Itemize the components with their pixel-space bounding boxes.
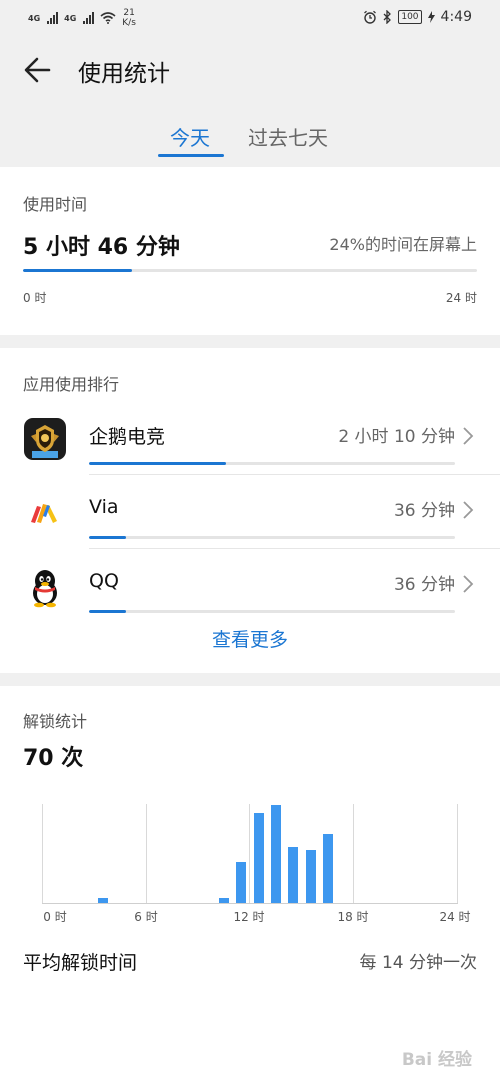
bluetooth-icon [383, 10, 392, 24]
x-tick-label: 24 时 [439, 910, 471, 924]
penguin-esports-icon [24, 418, 66, 460]
unlock-bar [288, 846, 299, 903]
x-tick-label: 0 时 [43, 910, 67, 924]
grid-line [249, 804, 250, 904]
tab-bar: 今天 过去七天 [0, 112, 500, 162]
app-row-qq[interactable]: QQ 36 分钟 [0, 560, 500, 634]
usage-total: 5 小时 46 分钟 [23, 235, 180, 260]
app-name: 企鹅电竞 [89, 426, 166, 448]
usage-progress-track [23, 269, 477, 272]
grid-line [457, 804, 458, 904]
usage-time-card: 使用时间 5 小时 46 分钟 24%的时间在屏幕上 0 时 24 时 [0, 167, 500, 335]
app-usage-fill [89, 536, 126, 539]
signal-icon [47, 12, 59, 24]
network-speed: 21 K/s [122, 8, 136, 28]
page-title: 使用统计 [78, 61, 170, 87]
avg-unlock-label: 平均解锁时间 [23, 952, 138, 974]
avg-unlock-value: 每 14 分钟一次 [359, 953, 477, 973]
app-usage-fill [89, 610, 126, 613]
wifi-icon [100, 12, 116, 24]
row-divider [89, 548, 500, 549]
network-speed-value: 21 [123, 8, 135, 18]
network-type-2: 4G [64, 13, 77, 23]
ranking-label: 应用使用排行 [23, 375, 120, 394]
unlock-count: 70 次 [23, 746, 84, 771]
x-tick-label: 12 时 [233, 910, 265, 924]
chevron-right-icon [463, 501, 474, 519]
unlock-bar [236, 862, 247, 903]
status-left: 4G 4G 21 K/s [28, 8, 136, 28]
back-arrow-icon[interactable] [20, 52, 56, 88]
app-bar: 使用统计 [0, 40, 500, 100]
row-divider [89, 474, 500, 475]
status-right: 100 4:49 [363, 9, 472, 25]
usage-time-label: 使用时间 [23, 195, 88, 214]
axis-end-label: 24 时 [445, 291, 477, 305]
app-usage-track [89, 462, 455, 465]
chevron-right-icon [463, 427, 474, 445]
app-name: Via [89, 496, 119, 518]
app-time: 36 分钟 [393, 501, 455, 521]
unlock-bar [253, 813, 264, 903]
tab-today[interactable]: 今天 [170, 122, 210, 151]
grid-line [146, 804, 147, 904]
grid-line [42, 804, 43, 904]
clock-time: 4:49 [440, 9, 472, 25]
unlock-bar [305, 849, 316, 903]
usage-progress-fill [23, 269, 132, 272]
x-tick-label: 18 时 [337, 910, 369, 924]
watermark: Bai 经验 [401, 1050, 472, 1070]
tab-past-week[interactable]: 过去七天 [248, 122, 328, 151]
app-time: 2 小时 10 分钟 [338, 427, 455, 447]
network-type-1: 4G [28, 13, 41, 23]
charging-icon [427, 11, 435, 23]
unlock-bar [271, 805, 281, 903]
network-speed-unit: K/s [122, 18, 136, 28]
unlock-bar [219, 898, 229, 903]
unlock-bar-chart [42, 804, 458, 904]
unlock-stats-card: 解锁统计 70 次 0 时 6 时 12 时 18 时 24 时 平均解锁时间 … [0, 686, 500, 1084]
app-usage-track [89, 536, 455, 539]
app-ranking-card: 应用使用排行 企鹅电竞 2 小时 10 分钟 Via 36 分钟 QQ 36 分… [0, 348, 500, 673]
signal-icon-2 [83, 12, 95, 24]
axis-start-label: 0 时 [23, 291, 47, 305]
active-tab-indicator [158, 154, 224, 157]
app-usage-track [89, 610, 455, 613]
app-name: QQ [89, 570, 119, 592]
qq-penguin-icon [33, 570, 57, 608]
chart-baseline [42, 903, 458, 904]
alarm-icon [364, 10, 377, 24]
unlock-bar [323, 834, 333, 903]
chevron-right-icon [463, 575, 474, 593]
app-time: 36 分钟 [393, 575, 455, 595]
x-tick-label: 6 时 [134, 910, 158, 924]
app-usage-fill [89, 462, 227, 465]
unlock-label: 解锁统计 [23, 712, 88, 731]
screen-percent-text: 24%的时间在屏幕上 [329, 235, 477, 254]
see-more-button[interactable]: 查看更多 [0, 625, 500, 652]
battery-icon: 100 [398, 10, 422, 24]
grid-line [353, 804, 354, 904]
status-bar: 4G 4G 21 K/s 100 4:49 [0, 0, 500, 36]
unlock-bar [97, 898, 108, 903]
via-browser-icon [24, 492, 66, 534]
